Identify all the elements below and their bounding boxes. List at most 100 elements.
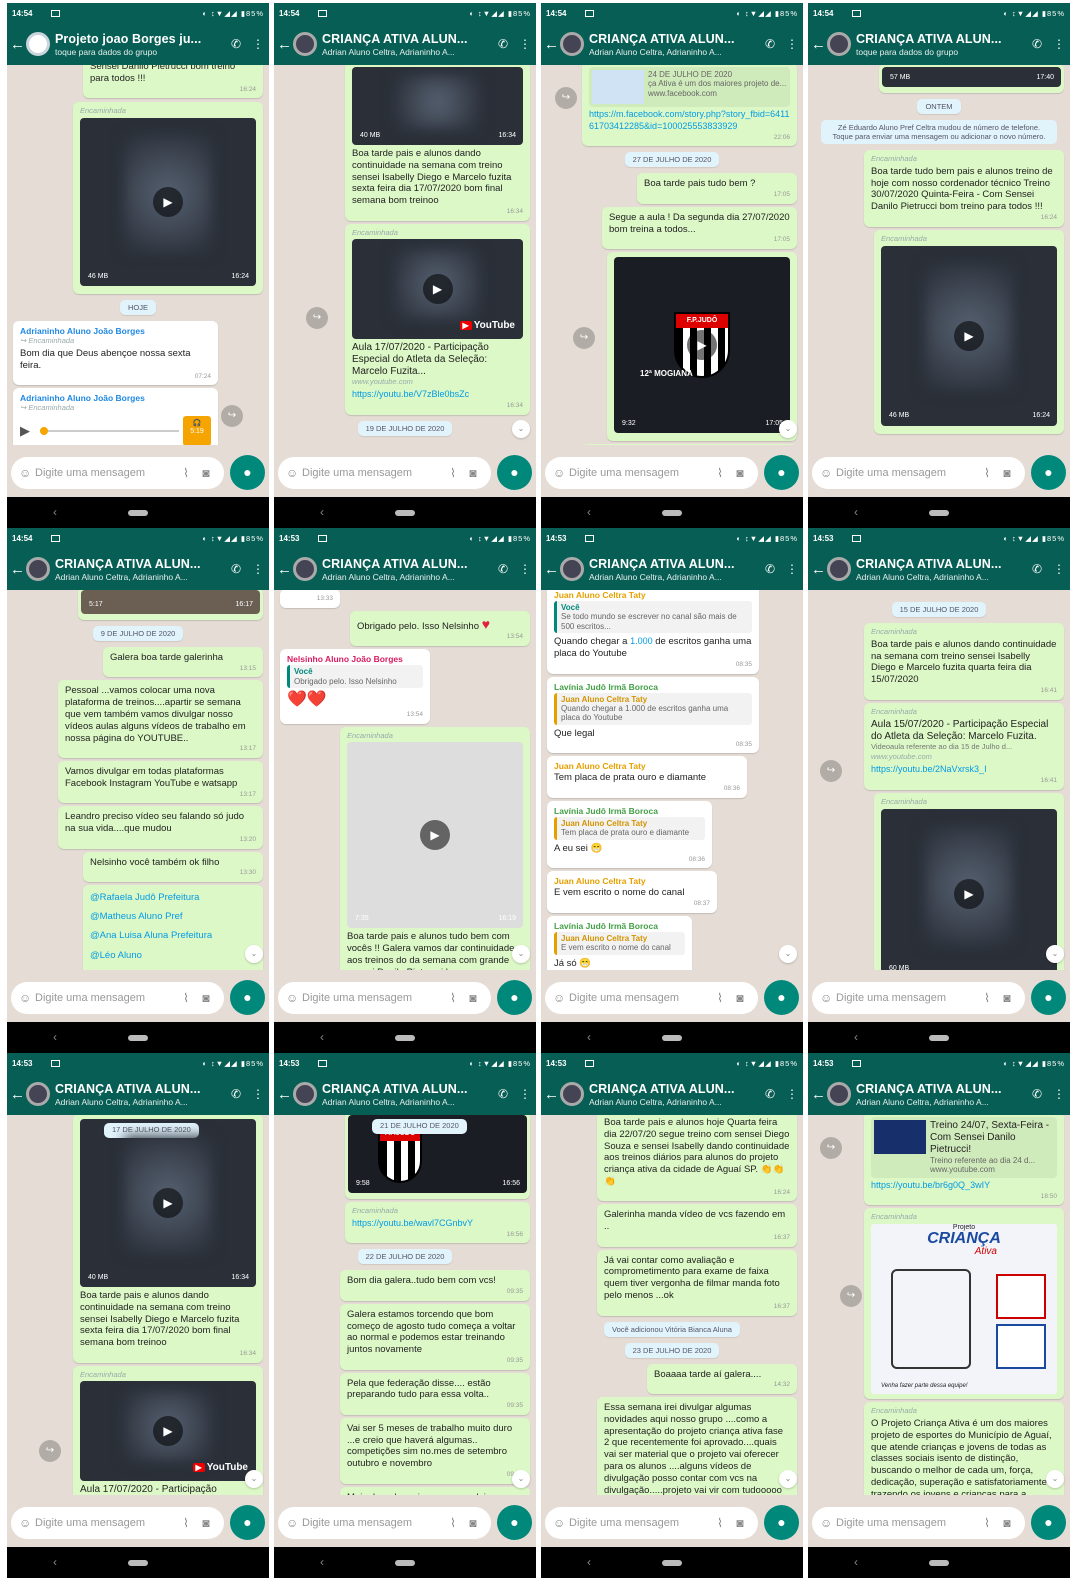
back-arrow-icon[interactable]: ←	[10, 36, 25, 53]
play-icon[interactable]: ▶	[954, 320, 984, 351]
message-list[interactable]: Sensei Danilo Pietrucci bom treino para …	[7, 65, 269, 445]
nav-back-icon[interactable]: ‹	[320, 1555, 324, 1569]
emoji-icon[interactable]: ☺	[820, 466, 836, 480]
message-list[interactable]: Boa tarde pais e alunos hoje Quarta feir…	[541, 1115, 803, 1495]
mention-link[interactable]: @Ana Luisa Aluna Prefeitura	[90, 930, 256, 941]
scroll-down-button[interactable]: ⌄	[779, 420, 797, 438]
forward-icon[interactable]: ↪	[39, 1440, 61, 1462]
home-pill[interactable]	[929, 1560, 949, 1566]
message-bubble[interactable]: Juan Aluno Celtra Taty Tem placa de prata…	[547, 756, 747, 798]
message-bubble[interactable]: Já vai contar como avaliação e compromet…	[597, 1249, 797, 1316]
chat-title-area[interactable]: CRIANÇA ATIVA ALUN... Adrian Aluno Celtra…	[322, 32, 492, 57]
message-input[interactable]: ☺ Digite uma mensagem ⌇ ◙	[545, 1507, 758, 1539]
message-bubble[interactable]: Boa tarde pais e alunos hoje Quarta feir…	[597, 1115, 797, 1202]
mic-button[interactable]: ●	[230, 980, 265, 1015]
message-bubble[interactable]: Bom dia galera..tudo bem com vcs! 09:35	[340, 1270, 530, 1301]
message-bubble[interactable]: Pessoal ...vamos colocar uma nova plataf…	[58, 680, 263, 759]
message-input[interactable]: ☺ Digite uma mensagem ⌇ ◙	[11, 982, 224, 1014]
emoji-icon[interactable]: ☺	[553, 466, 569, 480]
scroll-down-button[interactable]: ⌄	[1046, 945, 1064, 963]
link[interactable]: https://m.facebook.com/story.php?story_f…	[589, 109, 790, 131]
link-message[interactable]: Encaminhada https://youtu.be/wavl7CGnbvY 1…	[345, 1202, 530, 1244]
add-call-icon[interactable]: ✆	[1026, 1087, 1048, 1101]
message-bubble[interactable]: Encaminhada Boa tarde tudo bem pais e alu…	[864, 150, 1064, 227]
message-list[interactable]: 57 MB 17:40 ONTEM Zé Eduardo Aluno Pref C…	[808, 65, 1070, 445]
camera-icon[interactable]: ◙	[463, 466, 483, 480]
youtube-message[interactable]: Encaminhada ▶ ▶ YouTube Aula 17/07/2020 - …	[73, 1365, 263, 1495]
mic-button[interactable]: ●	[1031, 455, 1066, 490]
group-avatar[interactable]	[293, 1082, 317, 1106]
link[interactable]: https://youtu.be/wavl7CGnbvY	[352, 1218, 473, 1228]
message-bubble[interactable]: Galera boa tarde galerinha 13:15	[103, 647, 263, 678]
video-message[interactable]: 57 MB 17:40	[879, 65, 1064, 93]
forward-icon[interactable]: ↪	[221, 405, 243, 427]
video-message[interactable]: F.P.JUDÔ21 DE JULHO DE 20209:5816:56	[345, 1115, 530, 1199]
emoji-icon[interactable]: ☺	[286, 1516, 302, 1530]
audio-message[interactable]: Adrianinho Aluno João Borges ↪ Encaminhad…	[13, 388, 218, 445]
scroll-down-button[interactable]: ⌄	[245, 945, 263, 963]
message-bubble[interactable]: Pela que federação disse.... estão prepa…	[340, 1372, 530, 1415]
nav-back-icon[interactable]: ‹	[587, 1555, 591, 1569]
message-placeholder[interactable]: Digite uma mensagem	[35, 992, 176, 1004]
video-message[interactable]: 40 MB 16:34 Boa tarde pais e alunos dando…	[345, 65, 530, 221]
more-options-icon[interactable]: ⋮	[781, 1087, 803, 1101]
more-options-icon[interactable]: ⋮	[247, 1087, 269, 1101]
forward-icon[interactable]: ↪	[573, 327, 595, 349]
home-pill[interactable]	[929, 1035, 949, 1041]
message-input[interactable]: ☺ Digite uma mensagem ⌇ ◙	[812, 457, 1025, 489]
message-placeholder[interactable]: Digite uma mensagem	[569, 992, 710, 1004]
message-list[interactable]: 17 DE JULHO DE 2020 ▶ 40 MB 16:34 Boa tarde…	[7, 1115, 269, 1495]
message-input[interactable]: ☺ Digite uma mensagem ⌇ ◙	[278, 1507, 491, 1539]
attach-icon[interactable]: ⌇	[710, 1516, 730, 1530]
chat-header[interactable]: ← CRIANÇA ATIVA ALUN... Adrian Aluno Celt…	[541, 23, 803, 65]
message-list[interactable]: 40 MB 16:34 Boa tarde pais e alunos dando…	[274, 65, 536, 445]
message-bubble[interactable]: Nelsinho você também ok filho 13:30	[83, 851, 263, 883]
message-bubble[interactable]: Segue a aula ! Da segunda dia 27/07/2020…	[602, 206, 797, 249]
play-icon[interactable]: ▶	[153, 1188, 183, 1218]
video-message[interactable]: 17 DE JULHO DE 2020 ▶ 40 MB 16:34 Boa tarde…	[73, 1115, 263, 1363]
add-call-icon[interactable]: ✆	[1026, 562, 1048, 576]
more-options-icon[interactable]: ⋮	[247, 37, 269, 51]
home-pill[interactable]	[662, 1560, 682, 1566]
camera-icon[interactable]: ◙	[196, 1516, 216, 1530]
camera-icon[interactable]: ◙	[997, 466, 1017, 480]
video-message[interactable]: 5:17 16:17	[78, 590, 263, 620]
chat-title-area[interactable]: CRIANÇA ATIVA ALUN... Adrian Aluno Celtra…	[322, 1082, 492, 1107]
group-avatar[interactable]	[827, 557, 851, 581]
home-pill[interactable]	[929, 510, 949, 516]
message-bubble[interactable]: Juan Aluno Celtra Taty E vem escrito o no…	[547, 871, 717, 913]
play-icon[interactable]: ▶	[954, 878, 984, 909]
message-bubble[interactable]: Encaminhada Boa tarde pais e alunos dando…	[864, 623, 1064, 700]
nav-back-icon[interactable]: ‹	[320, 1030, 324, 1044]
play-icon[interactable]: ▶	[153, 187, 183, 218]
link[interactable]: https://youtu.be/2NaVxrsk3_I	[871, 764, 987, 774]
back-arrow-icon[interactable]: ←	[544, 1086, 559, 1103]
camera-icon[interactable]: ◙	[196, 991, 216, 1005]
mention-link[interactable]: @Matheus Aluno Pref	[90, 911, 256, 922]
camera-icon[interactable]: ◙	[196, 466, 216, 480]
message-bubble[interactable]: Boa tarde pais tudo bem ? 17:05	[637, 173, 797, 204]
message-bubble[interactable]: Galera estamos torcendo que bom começo d…	[340, 1303, 530, 1370]
chat-title-area[interactable]: CRIANÇA ATIVA ALUN... Adrian Aluno Celtra…	[55, 557, 225, 582]
more-options-icon[interactable]: ⋮	[1048, 37, 1070, 51]
emoji-icon[interactable]: ☺	[553, 1516, 569, 1530]
scroll-down-button[interactable]: ⌄	[245, 1470, 263, 1488]
camera-icon[interactable]: ◙	[730, 466, 750, 480]
message-placeholder[interactable]: Digite uma mensagem	[836, 467, 977, 479]
group-avatar[interactable]	[827, 32, 851, 56]
attach-icon[interactable]: ⌇	[977, 1516, 997, 1530]
message-placeholder[interactable]: Digite uma mensagem	[302, 1517, 443, 1529]
home-pill[interactable]	[128, 510, 148, 516]
group-avatar[interactable]	[293, 32, 317, 56]
more-options-icon[interactable]: ⋮	[514, 1087, 536, 1101]
reply-message[interactable]: Nelsinho Aluno João Borges Você Obrigado …	[280, 649, 430, 724]
nav-back-icon[interactable]: ‹	[53, 1555, 57, 1569]
attach-icon[interactable]: ⌇	[977, 466, 997, 480]
add-call-icon[interactable]: ✆	[492, 37, 514, 51]
message-list[interactable]: F.P.JUDÔ21 DE JULHO DE 20209:5816:56 Enc…	[274, 1115, 536, 1495]
back-arrow-icon[interactable]: ←	[10, 561, 25, 578]
message-bubble[interactable]: Galerinha manda vídeo de vcs fazendo em …	[597, 1204, 797, 1247]
play-icon[interactable]: ▶	[687, 329, 717, 360]
chat-title-area[interactable]: CRIANÇA ATIVA ALUN... toque para dados do…	[856, 32, 1026, 57]
message-bubble[interactable]: Essa semana irei divulgar algumas novida…	[597, 1396, 797, 1495]
